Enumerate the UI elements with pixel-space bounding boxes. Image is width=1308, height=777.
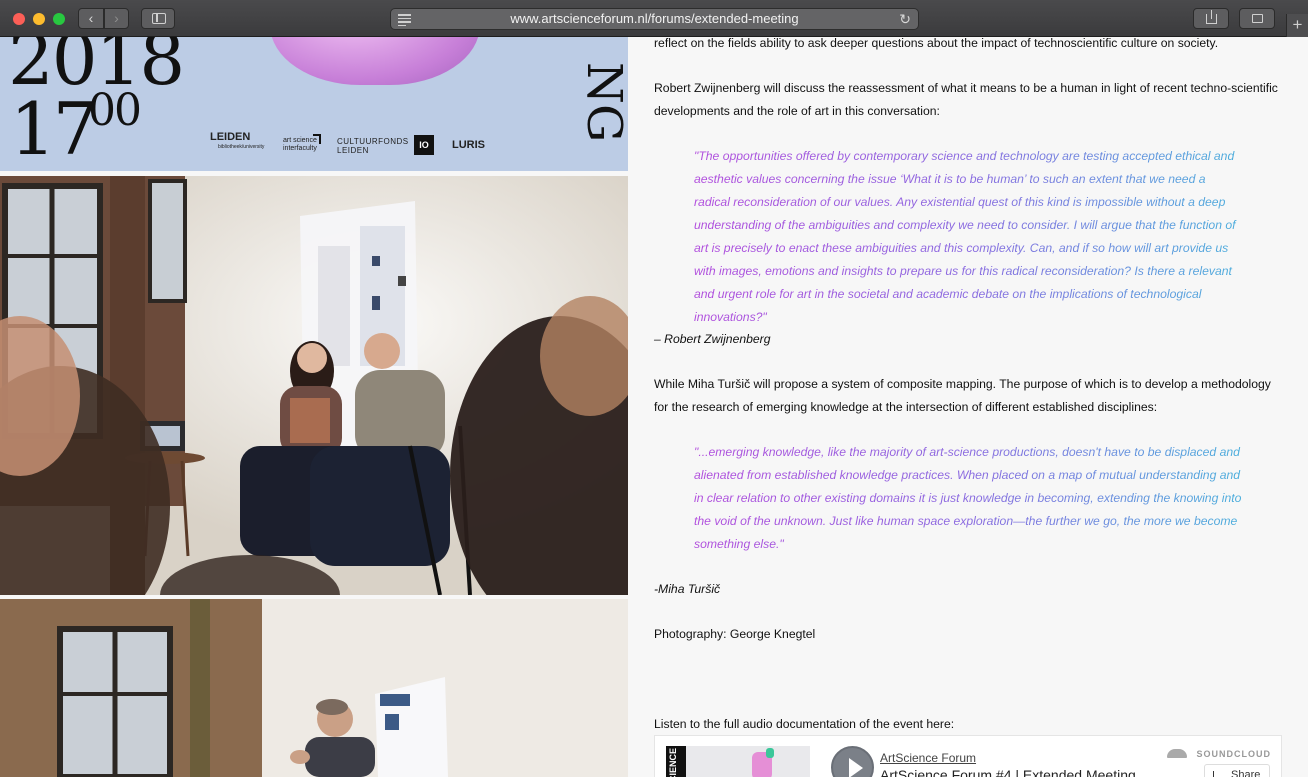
- io-logo: IO: [414, 135, 434, 155]
- chevron-left-icon: ‹: [88, 10, 94, 26]
- zwijnenberg-quote: "The opportunities offered by contempora…: [694, 145, 1242, 329]
- soundcloud-user-link[interactable]: ArtScience Forum: [880, 751, 976, 765]
- tursic-quote: "...emerging knowledge, like the majorit…: [694, 441, 1242, 556]
- url-text: www.artscienceforum.nl/forums/extended-m…: [510, 11, 799, 26]
- artscience-logo: art science interfaculty: [283, 134, 321, 152]
- reader-view-icon[interactable]: [398, 14, 411, 26]
- zwijnenberg-intro: Robert Zwijnenberg will discuss the reas…: [654, 81, 1278, 118]
- event-poster-image: 2018 17 00 NG LEIDEN bibliotheek/univers…: [0, 37, 628, 171]
- share-button[interactable]: [1193, 8, 1229, 29]
- audio-intro: Listen to the full audio documentation o…: [654, 717, 955, 731]
- soundcloud-cloud-icon: [1167, 749, 1187, 758]
- soundcloud-player[interactable]: SCIENCE ArtScience Forum ArtScience Foru…: [654, 735, 1282, 777]
- tabs-icon: [1252, 14, 1263, 23]
- event-photo-speakers: [0, 176, 628, 595]
- poster-vertical-title: NG: [576, 61, 628, 143]
- sidebar-icon: [152, 13, 166, 24]
- leiden-logo: LEIDEN bibliotheek/university: [210, 131, 265, 151]
- zoom-window-button[interactable]: [53, 13, 65, 25]
- share-icon: [1206, 10, 1217, 24]
- cultuurfonds-logo: CULTUURFONDS LEIDEN: [337, 137, 409, 155]
- event-photo-lecturer: [0, 599, 628, 777]
- zwijnenberg-attribution: – Robert Zwijnenberg: [654, 332, 771, 346]
- soundcloud-logo[interactable]: SOUNDCLOUD: [1197, 749, 1272, 759]
- close-window-button[interactable]: [13, 13, 25, 25]
- forward-button[interactable]: ›: [104, 8, 129, 29]
- track-title[interactable]: ArtScience Forum #4 | Extended Meeting: [880, 767, 1136, 777]
- sidebar-toggle-button[interactable]: [141, 8, 175, 29]
- intro-paragraph-end: reflect on the fields ability to ask dee…: [654, 36, 1219, 50]
- tursic-attribution: -Miha Turšič: [654, 582, 721, 596]
- share-label: Share: [1231, 769, 1261, 777]
- play-button[interactable]: [831, 746, 874, 777]
- back-button[interactable]: ‹: [78, 8, 104, 29]
- reload-icon[interactable]: ↻: [899, 9, 911, 29]
- chevron-right-icon: ›: [114, 10, 119, 26]
- poster-pink-shape: [270, 37, 480, 85]
- new-tab-button[interactable]: +: [1286, 14, 1308, 37]
- tab-overview-button[interactable]: [1239, 8, 1275, 29]
- track-artwork[interactable]: SCIENCE: [666, 746, 810, 777]
- address-bar[interactable]: www.artscienceforum.nl/forums/extended-m…: [390, 8, 919, 30]
- share-track-button[interactable]: Share: [1204, 764, 1270, 777]
- tursic-intro: While Miha Turšič will propose a system …: [654, 377, 1271, 414]
- luris-logo: LURIS: [452, 139, 485, 151]
- poster-time-minutes: 00: [88, 85, 142, 136]
- artwork-text: SCIENCE: [668, 748, 678, 777]
- poster-time-hour: 17: [10, 87, 99, 171]
- minimize-window-button[interactable]: [33, 13, 45, 25]
- photography-credit: Photography: George Knegtel: [654, 627, 816, 641]
